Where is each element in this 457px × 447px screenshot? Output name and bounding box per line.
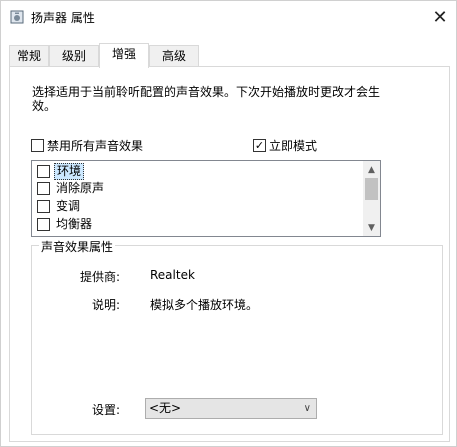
scroll-up-icon[interactable]: ▲ <box>363 161 380 178</box>
tab-label: 增强 <box>111 47 136 61</box>
checkbox-box[interactable] <box>37 164 50 178</box>
disable-all-effects-checkbox[interactable]: 禁用所有声音效果 <box>31 137 143 154</box>
list-scrollbar[interactable]: ▲ ▼ <box>363 161 380 236</box>
description-label: 说明: <box>92 298 121 312</box>
properties-window: 扬声器 属性 ✕ 常规 级别 增强 高级 选择适用于当前聆听配置的声音效果。下次… <box>0 0 457 447</box>
list-item-label: 均衡器 <box>56 216 93 231</box>
description-value: 模拟多个播放环境。 <box>150 298 259 312</box>
enhancements-description: 选择适用于当前聆听配置的声音效果。下次开始播放时更改才会生效。 <box>32 85 381 113</box>
close-icon: ✕ <box>432 6 448 28</box>
provider-value: Realtek <box>150 268 195 282</box>
enhancements-list[interactable]: 环境 消除原声 变调 均衡器 ▲ ▼ <box>31 160 381 237</box>
title-bar: 扬声器 属性 ✕ <box>1 1 456 33</box>
settings-value: <无> <box>149 401 182 415</box>
checkbox-box[interactable] <box>37 181 50 195</box>
list-item[interactable]: 环境 <box>37 162 85 180</box>
settings-label: 设置: <box>92 403 121 417</box>
immediate-mode-label: 立即模式 <box>269 139 318 153</box>
tab-label: 级别 <box>61 49 86 63</box>
group-title: 声音效果属性 <box>39 238 116 255</box>
disable-all-effects-label: 禁用所有声音效果 <box>47 139 144 153</box>
checkmark-icon[interactable]: ✓ <box>253 139 266 152</box>
checkbox-box[interactable] <box>37 217 50 231</box>
speaker-icon <box>10 10 24 24</box>
list-item[interactable]: 变调 <box>37 198 82 214</box>
window-title: 扬声器 属性 <box>31 11 95 25</box>
scroll-down-icon[interactable]: ▼ <box>363 219 380 236</box>
checkbox-box[interactable] <box>37 199 50 213</box>
list-item-label: 变调 <box>56 198 81 213</box>
list-item-label: 环境 <box>54 162 85 180</box>
tab-levels[interactable]: 级别 <box>49 45 99 67</box>
tab-label: 常规 <box>16 49 41 63</box>
scrollbar-thumb[interactable] <box>365 178 378 200</box>
tab-enhancements[interactable]: 增强 <box>99 43 149 68</box>
enhancements-panel: 选择适用于当前聆听配置的声音效果。下次开始播放时更改才会生效。 禁用所有声音效果… <box>9 66 450 442</box>
close-button[interactable]: ✕ <box>424 1 456 33</box>
effect-properties-group: 声音效果属性 提供商: Realtek 说明: 模拟多个播放环境。 设置: <无… <box>31 238 443 435</box>
provider-label: 提供商: <box>80 270 121 284</box>
settings-dropdown[interactable]: <无> ∨ <box>145 398 317 419</box>
list-item[interactable]: 均衡器 <box>37 216 94 232</box>
checkbox-box[interactable] <box>31 139 44 152</box>
tab-label: 高级 <box>161 49 186 63</box>
list-item-label: 消除原声 <box>56 180 105 195</box>
immediate-mode-checkbox[interactable]: ✓ 立即模式 <box>253 137 317 154</box>
tab-general[interactable]: 常规 <box>9 45 49 67</box>
tab-advanced[interactable]: 高级 <box>149 45 199 67</box>
list-item[interactable]: 消除原声 <box>37 180 106 196</box>
chevron-down-icon: ∨ <box>303 403 311 414</box>
